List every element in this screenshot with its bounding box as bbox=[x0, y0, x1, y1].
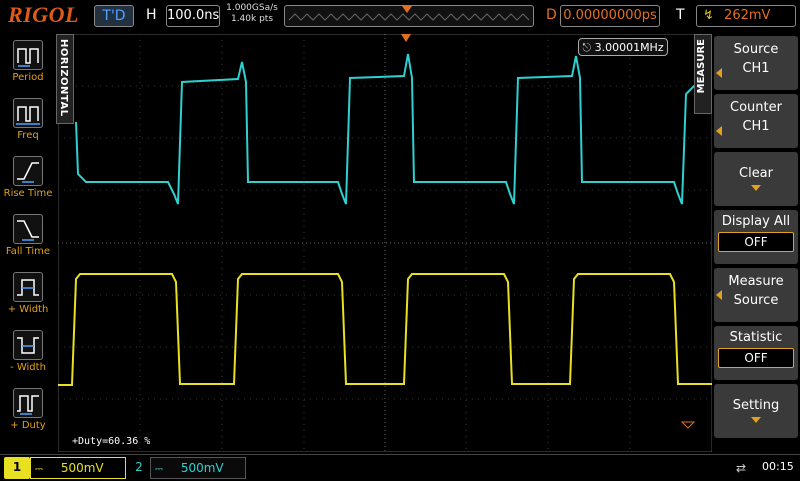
statistic-menu-item[interactable]: Statistic OFF bbox=[714, 326, 798, 380]
plus-duty-button[interactable]: + Duty bbox=[2, 384, 54, 440]
horizontal-label: H bbox=[146, 7, 157, 23]
trigger-position-marker bbox=[402, 6, 412, 13]
brand-logo: RIGOL bbox=[8, 2, 79, 27]
period-button[interactable]: Period bbox=[2, 36, 54, 92]
timebase-value[interactable]: 100.0ns bbox=[166, 5, 220, 27]
measure-menu: Source CH1 Counter CH1 Clear Display All… bbox=[712, 34, 800, 452]
memory-overview bbox=[284, 5, 534, 27]
plus-width-label: + Width bbox=[7, 304, 49, 315]
memory-waveform-strip bbox=[288, 6, 530, 21]
plus-width-icon bbox=[13, 272, 43, 302]
plus-width-button[interactable]: + Width bbox=[2, 268, 54, 324]
counter-icon: ⎋ bbox=[582, 41, 592, 54]
counter-label: Counter bbox=[730, 100, 782, 115]
run-state-badge[interactable]: T'D bbox=[94, 5, 134, 27]
ch1-scale: 500mV bbox=[60, 461, 104, 475]
measure-source-line2: Source bbox=[733, 293, 779, 308]
source-label: Source bbox=[733, 42, 779, 57]
measure-tab: MEASURE bbox=[694, 34, 712, 114]
frequency-counter: ⎋ 3.00001MHz bbox=[578, 38, 668, 56]
waveform-display[interactable] bbox=[57, 33, 713, 453]
trigger-label: T bbox=[676, 7, 685, 23]
setting-arrow-icon bbox=[751, 417, 761, 423]
trigger-box[interactable]: ↯ 262mV bbox=[696, 5, 796, 27]
display-all-value: OFF bbox=[718, 232, 794, 252]
setting-label: Setting bbox=[732, 398, 780, 413]
ch1-number[interactable]: 1 bbox=[4, 457, 30, 479]
display-all-label: Display All bbox=[721, 214, 791, 229]
statistic-label: Statistic bbox=[729, 330, 783, 345]
ch2-scale-box[interactable]: ⎓ 500mV bbox=[150, 457, 246, 479]
memory-depth: 1.40k pts bbox=[230, 14, 274, 24]
sample-info: 1.000GSa/s 1.40k pts bbox=[222, 3, 282, 25]
frequency-value: 3.00001MHz bbox=[594, 41, 664, 54]
period-icon bbox=[13, 40, 43, 70]
horizontal-tab: HORIZONTAL bbox=[56, 34, 74, 124]
clock: 00:15 bbox=[762, 460, 794, 473]
counter-menu-item[interactable]: Counter CH1 bbox=[714, 94, 798, 148]
duty-measurement: +Duty=60.36 % bbox=[72, 436, 151, 447]
source-arrow-icon bbox=[716, 68, 722, 78]
clear-arrow-icon bbox=[751, 185, 761, 191]
plus-duty-label: + Duty bbox=[10, 420, 46, 431]
graticule bbox=[57, 33, 713, 453]
rise-time-icon bbox=[13, 156, 43, 186]
source-value: CH1 bbox=[742, 61, 770, 76]
freq-button[interactable]: Freq bbox=[2, 94, 54, 150]
source-menu-item[interactable]: Source CH1 bbox=[714, 36, 798, 90]
period-label: Period bbox=[12, 72, 44, 83]
minus-width-label: - Width bbox=[10, 362, 46, 373]
setting-menu-item[interactable]: Setting bbox=[714, 384, 798, 438]
freq-icon bbox=[13, 98, 43, 128]
measure-source-arrow-icon bbox=[716, 290, 722, 300]
trigger-level: 262mV bbox=[724, 8, 771, 23]
ch2-scale: 500mV bbox=[180, 461, 224, 475]
freq-label: Freq bbox=[17, 130, 39, 141]
dc-coupling-icon: ⎓ bbox=[35, 464, 43, 475]
measure-tab-label: MEASURE bbox=[696, 39, 707, 94]
fall-time-label: Fall Time bbox=[5, 246, 51, 257]
plus-duty-icon bbox=[13, 388, 43, 418]
delay-label: D bbox=[546, 7, 557, 23]
usb-icon: ⇄ bbox=[736, 461, 747, 475]
fall-time-icon bbox=[13, 214, 43, 244]
statistic-value: OFF bbox=[718, 348, 794, 368]
delay-value[interactable]: 0.00000000ps bbox=[560, 5, 660, 27]
minus-width-button[interactable]: - Width bbox=[2, 326, 54, 382]
measure-source-line1: Measure bbox=[728, 274, 784, 289]
horizontal-tab-label: HORIZONTAL bbox=[58, 39, 69, 117]
rise-time-label: Rise Time bbox=[3, 188, 53, 199]
display-all-menu-item[interactable]: Display All OFF bbox=[714, 210, 798, 264]
measurement-type-bar: Period Freq Rise Time Fall Time + Width … bbox=[0, 34, 56, 454]
top-status-bar: RIGOL T'D H 100.0ns 1.000GSa/s 1.40k pts… bbox=[0, 0, 800, 32]
counter-value: CH1 bbox=[742, 119, 770, 134]
bottom-channel-bar: 1 ⎓ 500mV 2 ⎓ 500mV ⇄ 00:15 bbox=[0, 454, 800, 481]
clear-label: Clear bbox=[739, 166, 773, 181]
ch1-scale-box[interactable]: ⎓ 500mV bbox=[30, 457, 126, 479]
clear-menu-item[interactable]: Clear bbox=[714, 152, 798, 206]
ch2-number[interactable]: 2 bbox=[130, 457, 148, 479]
measure-source-menu-item[interactable]: Measure Source bbox=[714, 268, 798, 322]
rise-time-button[interactable]: Rise Time bbox=[2, 152, 54, 208]
fall-time-button[interactable]: Fall Time bbox=[2, 210, 54, 266]
minus-width-icon bbox=[13, 330, 43, 360]
sample-rate: 1.000GSa/s bbox=[226, 3, 278, 13]
counter-arrow-icon bbox=[716, 126, 722, 136]
ch2-coupling-icon: ⎓ bbox=[155, 464, 163, 475]
rising-edge-icon: ↯ bbox=[703, 8, 714, 23]
